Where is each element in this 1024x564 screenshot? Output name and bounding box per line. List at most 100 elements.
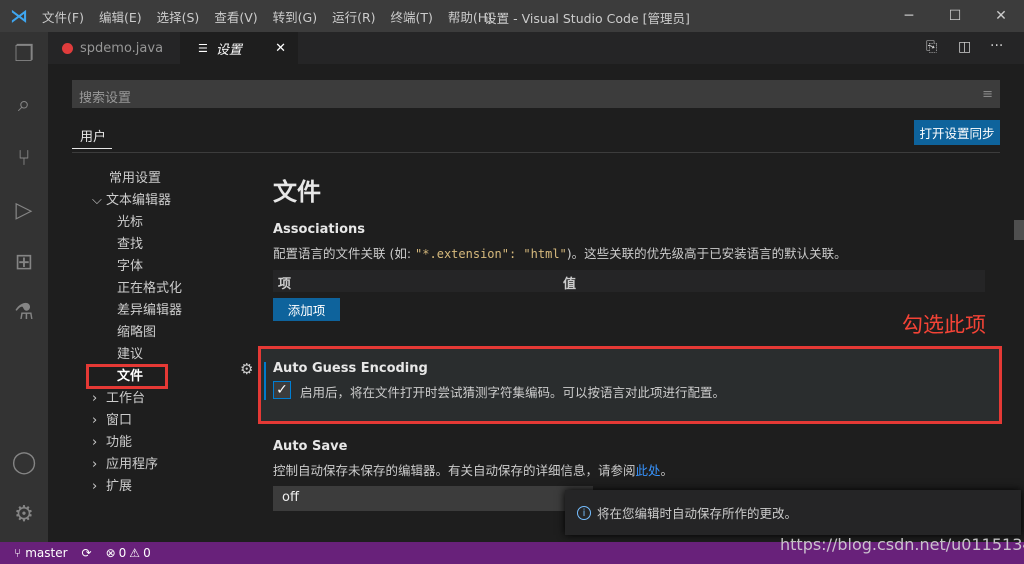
search-icon[interactable]: ⌕ [0,82,48,126]
maximize-button[interactable]: ☐ [932,0,978,32]
auto-save-select[interactable]: off [273,486,593,511]
setting-title: Associations [273,222,365,237]
toc-label: 扩展 [106,479,133,494]
toc-item[interactable]: ⌵ 文本编辑器 [92,189,182,211]
toc-item[interactable]: › 功能 [92,431,182,453]
toc-item[interactable]: 字体 [92,255,182,277]
error-icon: ⊗ [105,546,116,560]
focus-indicator [264,362,266,400]
toc-item[interactable]: 常用设置 [92,167,182,189]
tab-spdemo-java[interactable]: spdemo.java [48,32,180,64]
toc-item[interactable]: 光标 [92,211,182,233]
toc-label: 文本编辑器 [106,193,172,208]
column-value: 值 [563,277,577,292]
explorer-icon[interactable]: ❐ [0,32,48,76]
highlight-box [86,364,168,389]
minimize-button[interactable]: ─ [886,0,932,32]
run-debug-icon[interactable]: ▷ [0,188,48,232]
chevron-right-icon: › [92,391,98,406]
testing-icon[interactable]: ⚗ [0,290,48,334]
toc-item[interactable]: 建议 [92,343,182,365]
toc-label: 光标 [117,215,144,230]
toc-label: 工作台 [106,391,146,406]
filter-list-icon[interactable]: ≡ [982,87,993,102]
setting-title: Auto Guess Encoding [273,361,428,376]
setting-title: Auto Save [273,439,348,454]
title-bar: ⋊ 文件(F) 编辑(E) 选择(S) 查看(V) 转到(G) 运行(R) 终端(T) 帮助(… [0,0,1024,32]
branch-icon: ⑂ [14,546,22,560]
toc-item[interactable]: › 应用程序 [92,453,182,475]
manage-gear-icon[interactable]: ⚙ [0,492,48,536]
toc-item[interactable]: 正在格式化 [92,277,182,299]
close-tab-icon[interactable]: ✕ [275,41,286,56]
toc-label: 查找 [117,237,144,252]
close-window-button[interactable]: ✕ [978,0,1024,32]
tab-settings[interactable]: ☰ 设置 ✕ [180,32,298,64]
menu-item[interactable]: 查看(V) [214,7,257,26]
docs-link[interactable]: 此处 [636,463,661,478]
vscode-logo-icon: ⋊ [10,5,28,27]
tab-label: spdemo.java [80,40,164,56]
toc-label: 缩略图 [117,325,157,340]
info-icon: i [577,505,591,520]
active-tab-indicator [72,148,112,149]
toc-item[interactable]: › 窗口 [92,409,182,431]
settings-toc-tree: 常用设置 ⌵ 文本编辑器 光标 查找 字体 正在格式化 差异编辑器 缩略图 建议 文件 › 工作台 › 窗口… [92,167,182,497]
toc-label: 建议 [117,347,144,362]
toc-label: 常用设置 [109,171,162,186]
settings-search-input[interactable]: 搜索设置 ≡ [72,80,1000,108]
associations-table-header: 项 值 [273,270,985,292]
scrollbar-thumb[interactable] [1014,220,1024,240]
warning-count[interactable]: 0 [143,546,151,560]
auto-guess-encoding-checkbox[interactable]: ✓ [273,381,291,399]
menu-item[interactable]: 文件(F) [42,7,84,26]
menu-item[interactable]: 终端(T) [391,7,433,26]
menu-item[interactable]: 运行(R) [332,7,375,26]
menu-item[interactable]: 帮助(H) [448,7,492,26]
setting-gear-icon[interactable]: ⚙ [240,360,253,378]
divider [72,152,1000,153]
toc-item[interactable]: 缩略图 [92,321,182,343]
more-actions-icon[interactable]: ··· [990,38,1003,54]
chevron-right-icon: › [92,479,98,494]
split-editor-icon[interactable]: ◫ [958,39,971,55]
watermark: https://blog.csdn.net/u011513460 [780,535,1024,554]
toc-label: 差异编辑器 [117,303,183,318]
branch-name[interactable]: master [25,546,67,560]
notification-toast: i 将在您编辑时自动保存所作的更改。 [565,490,1021,535]
toc-item[interactable]: 差异编辑器 [92,299,182,321]
toc-label: 功能 [106,435,133,450]
error-count[interactable]: 0 [119,546,127,560]
tab-label: 设置 [215,42,242,58]
java-file-icon [62,42,73,54]
add-item-button[interactable]: 添加项 [273,298,340,321]
open-settings-json-icon[interactable]: ⎘ [926,39,937,55]
annotation-text: 勾选此项 [902,313,986,337]
extensions-icon[interactable]: ⊞ [0,240,48,284]
sync-icon[interactable]: ⟳ [82,546,92,560]
notification-message: 将在您编辑时自动保存所作的更改。 [597,506,798,521]
tab-bar: spdemo.java ☰ 设置 ✕ ⎘ ◫ ··· [48,32,1024,64]
chevron-right-icon: › [92,457,98,472]
chevron-right-icon: › [92,413,98,428]
column-item: 项 [278,277,292,292]
menu-item[interactable]: 选择(S) [157,7,200,26]
setting-description: 配置语言的文件关联 (如: "*.extension": "html")。这些关… [273,246,847,261]
menu-item[interactable]: 转到(G) [273,7,317,26]
toc-item[interactable]: 查找 [92,233,182,255]
account-icon[interactable]: ◯ [0,440,48,484]
setting-description: 启用后，将在文件打开时尝试猜测字符集编码。可以按语言对此项进行配置。 [300,385,726,400]
chevron-right-icon: › [92,435,98,450]
toc-item[interactable]: › 工作台 [92,387,182,409]
menu-item[interactable]: 编辑(E) [99,7,142,26]
turn-on-settings-sync-button[interactable]: 打开设置同步 [914,120,1000,145]
toc-label: 应用程序 [106,457,159,472]
chevron-down-icon: ⌵ [92,193,102,208]
source-control-icon[interactable]: ⑂ [0,136,48,180]
search-placeholder: 搜索设置 [79,91,132,106]
settings-file-icon: ☰ [198,41,208,55]
toc-label: 字体 [117,259,144,274]
toc-item[interactable]: › 扩展 [92,475,182,497]
tab-user-scope[interactable]: 用户 [80,126,106,145]
setting-description: 控制自动保存未保存的编辑器。有关自动保存的详细信息，请参阅此处。 [273,463,674,478]
